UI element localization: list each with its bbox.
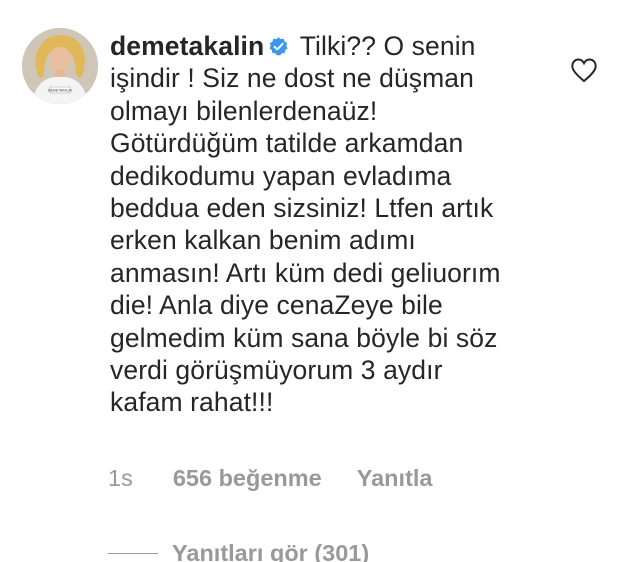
comment-text: Tilki?? O senin işindir ! Siz ne dost ne… <box>110 31 501 418</box>
comment-username[interactable]: demetakalin <box>110 31 264 61</box>
heart-outline-icon[interactable] <box>570 57 598 83</box>
comment-timestamp: 1s <box>108 465 133 491</box>
likes-count-link[interactable]: 656 beğenme <box>173 464 322 492</box>
replies-divider-line <box>108 552 158 554</box>
avatar-shirt-text: DEMETAKALIN <box>48 89 72 93</box>
reply-button[interactable]: Yanıtla <box>357 464 433 492</box>
avatar[interactable]: DEMETAKALIN <box>22 28 98 104</box>
view-replies-label: Yanıtları gör (301) <box>172 540 370 562</box>
avatar-photo: DEMETAKALIN <box>22 28 98 104</box>
verified-badge-icon <box>269 37 288 56</box>
comment-screen: DEMETAKALIN demetakalin Tilki?? O senin … <box>0 0 639 562</box>
comment-meta: 1s 656 beğenme Yanıtla <box>108 464 433 492</box>
view-replies-button[interactable]: Yanıtları gör (301) <box>108 539 369 562</box>
comment-body: demetakalin Tilki?? O senin işindir ! Si… <box>110 30 522 419</box>
